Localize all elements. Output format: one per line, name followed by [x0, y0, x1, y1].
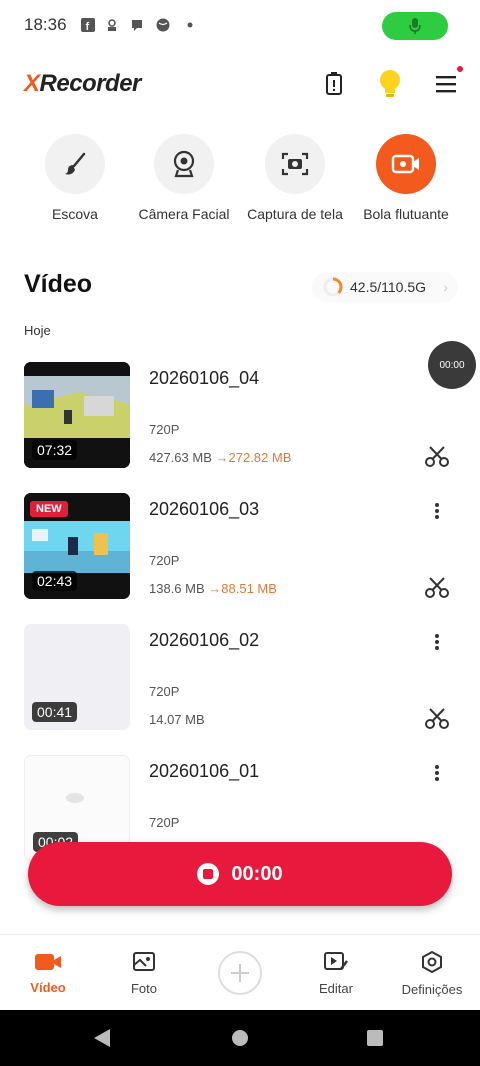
video-thumbnail[interactable]: 00:41: [24, 624, 130, 730]
floating-record-ball[interactable]: 00:00: [428, 341, 476, 389]
scissors-icon: [425, 708, 449, 729]
message-icon: [129, 17, 145, 33]
storage-ring-icon: [323, 277, 343, 297]
tool-floating-ball[interactable]: Bola flutuante: [351, 134, 461, 222]
notification-icon: [104, 17, 120, 33]
nav-label: Definições: [401, 981, 463, 997]
recents-icon[interactable]: [366, 1029, 384, 1047]
battery-alert-icon: [326, 72, 342, 95]
more-vertical-icon: [435, 765, 439, 781]
screenshot-icon: [265, 134, 325, 194]
nav-label: Foto: [130, 980, 157, 996]
status-bar: 18:36 f: [0, 0, 480, 52]
more-vertical-icon: [435, 503, 439, 519]
tool-screenshot[interactable]: Captura de tela: [240, 134, 350, 222]
system-navigation-bar: [0, 1010, 480, 1066]
svg-text:f: f: [86, 21, 90, 32]
video-size: 427.63 MB →272.82 MB: [149, 450, 292, 465]
video-resolution: 720P: [149, 553, 180, 568]
chevron-right-icon: ›: [443, 279, 448, 295]
video-resolution: 720P: [149, 815, 180, 830]
video-list-item[interactable]: NEW 02:43 20260106_03 720P 138.6 MB →88.…: [0, 493, 480, 601]
status-time: 18:36: [24, 15, 67, 34]
facebook-icon: f: [80, 17, 96, 33]
trim-button[interactable]: [424, 706, 450, 732]
video-name: 20260106_01: [149, 761, 260, 781]
plus-icon: [218, 951, 262, 995]
back-icon[interactable]: [92, 1028, 112, 1048]
video-duration: 00:41: [32, 702, 78, 722]
trim-button[interactable]: [424, 444, 450, 470]
floating-ball-icon: [376, 134, 436, 194]
video-resolution: 720P: [149, 684, 180, 699]
more-vertical-icon: [435, 634, 439, 650]
nav-video[interactable]: Vídeo: [0, 935, 96, 1011]
trim-button[interactable]: [424, 575, 450, 601]
video-resolution: 720P: [149, 422, 180, 437]
app-logo: XRecorder: [24, 70, 141, 97]
nav-edit[interactable]: Editar: [288, 935, 384, 1011]
video-duration: 02:43: [32, 571, 78, 591]
tool-label: Captura de tela: [247, 206, 343, 222]
more-options-button[interactable]: [426, 630, 448, 654]
settings-hexagon-icon: [422, 950, 442, 973]
video-name: 20260106_03: [149, 499, 260, 519]
home-icon[interactable]: [230, 1028, 250, 1048]
video-list-item[interactable]: 07:32 20260106_04 720P 427.63 MB →272.82…: [0, 362, 480, 470]
new-badge: NEW: [30, 501, 68, 517]
webcam-icon: [154, 134, 214, 194]
edit-video-icon: [324, 951, 348, 970]
video-thumbnail[interactable]: 07:32: [24, 362, 130, 468]
tool-label: Câmera Facial: [138, 206, 230, 222]
tips-button[interactable]: [372, 66, 408, 102]
battery-alert-button[interactable]: [316, 66, 352, 102]
storage-text: 42.5/110.5G: [350, 279, 427, 295]
scissors-icon: [425, 577, 449, 598]
date-group-label: Hoje: [24, 323, 51, 338]
storage-indicator[interactable]: 42.5/110.5G ›: [312, 272, 458, 302]
more-options-button[interactable]: [426, 499, 448, 523]
tool-brush[interactable]: Escova: [20, 134, 130, 222]
dot-icon: [182, 17, 198, 33]
video-thumbnail[interactable]: NEW 02:43: [24, 493, 130, 599]
record-icon: [197, 863, 220, 885]
video-size: 138.6 MB →88.51 MB: [149, 581, 277, 596]
scissors-icon: [425, 446, 449, 467]
record-button[interactable]: 00:00: [28, 842, 452, 906]
tool-facecam[interactable]: Câmera Facial: [129, 134, 239, 222]
lightbulb-icon: [380, 70, 400, 97]
video-duration: 07:32: [32, 440, 78, 460]
microphone-icon: [409, 18, 421, 34]
record-timer: 00:00: [231, 862, 283, 885]
bottom-navigation: Vídeo Foto Editar Definições: [0, 934, 480, 1011]
tool-label: Bola flutuante: [363, 206, 449, 222]
menu-icon: [436, 76, 456, 93]
brush-icon: [45, 134, 105, 194]
nav-label: Vídeo: [30, 979, 66, 995]
video-size: 14.07 MB: [149, 712, 205, 727]
nav-add[interactable]: [192, 935, 288, 1011]
more-options-button[interactable]: [426, 761, 448, 785]
menu-badge: [457, 66, 463, 72]
globe-icon: [155, 17, 171, 33]
video-camera-icon: [35, 953, 61, 970]
tool-label: Escova: [52, 206, 98, 222]
nav-photo[interactable]: Foto: [96, 935, 192, 1011]
section-title: Vídeo: [24, 270, 93, 298]
nav-settings[interactable]: Definições: [384, 935, 480, 1011]
video-name: 20260106_04: [149, 368, 260, 388]
video-name: 20260106_02: [149, 630, 260, 650]
mic-indicator[interactable]: [382, 12, 448, 40]
photo-icon: [133, 951, 155, 971]
nav-label: Editar: [319, 980, 353, 996]
video-list-item[interactable]: 00:41 20260106_02 720P 14.07 MB: [0, 624, 480, 732]
